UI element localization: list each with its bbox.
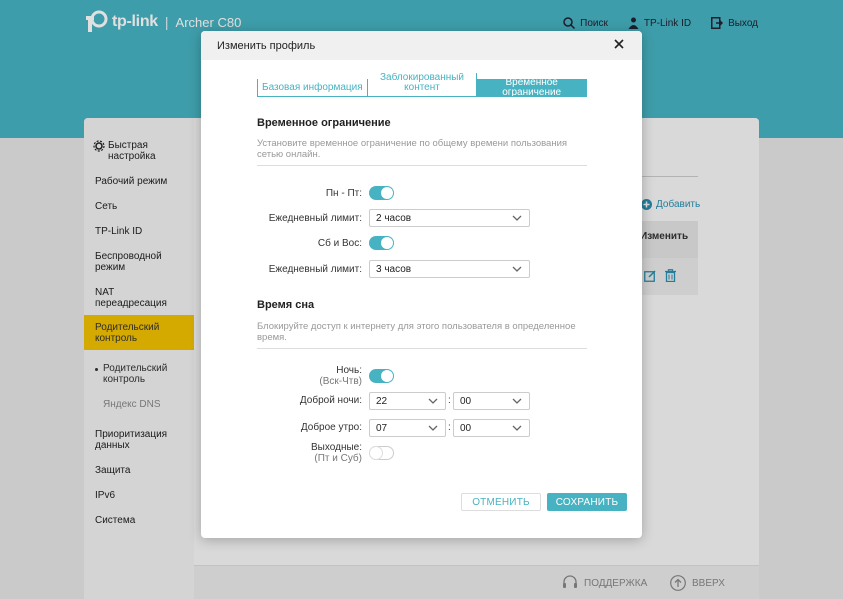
- weekend-night-toggle[interactable]: [369, 446, 394, 460]
- weekend-label: Сб и Вос:: [317, 238, 362, 249]
- night-toggle[interactable]: [369, 369, 394, 383]
- weekend-night-label-text: Выходные:: [311, 442, 362, 453]
- tab-label: Заблокированный контент: [379, 73, 465, 93]
- night-label: Ночь: (Вск-Чтв): [319, 365, 362, 387]
- chevron-down-icon: [512, 425, 522, 431]
- close-icon[interactable]: [612, 37, 626, 51]
- select-value: 2 часов: [376, 213, 412, 224]
- weekdays-label: Пн - Пт:: [325, 188, 362, 199]
- weekdays-limit-label: Ежедневный лимит:: [268, 213, 362, 224]
- weekend-toggle[interactable]: [369, 236, 394, 250]
- weekend-night-label: Выходные: (Пт и Суб): [311, 442, 362, 464]
- toggle-knob: [381, 237, 393, 249]
- chevron-down-icon: [428, 398, 438, 404]
- edit-profile-dialog: Изменить профиль Базовая информация Забл…: [201, 31, 642, 538]
- select-value: 3 часов: [376, 264, 412, 275]
- tab-label: Базовая информация: [262, 81, 363, 93]
- weekend-limit-select[interactable]: 3 часов: [369, 260, 530, 278]
- time-separator: :: [448, 395, 451, 406]
- chevron-down-icon: [512, 266, 522, 272]
- tab-time-limits[interactable]: Временное ограничение: [477, 79, 587, 96]
- dialog-title: Изменить профиль: [217, 40, 316, 52]
- weekend-night-sublabel: (Пт и Суб): [314, 453, 362, 464]
- save-button[interactable]: СОХРАНИТЬ: [547, 493, 627, 511]
- morning-label: Доброе утро:: [300, 422, 362, 433]
- toggle-knob: [370, 447, 382, 459]
- goodnight-label: Доброй ночи:: [299, 395, 362, 406]
- chevron-down-icon: [512, 398, 522, 404]
- weekdays-limit-select[interactable]: 2 часов: [369, 209, 530, 227]
- bedtime-title: Время сна: [257, 299, 315, 311]
- time-separator: :: [448, 422, 451, 433]
- select-value: 22: [376, 396, 388, 407]
- chevron-down-icon: [512, 215, 522, 221]
- night-sublabel: (Вск-Чтв): [319, 376, 362, 387]
- goodnight-minute-select[interactable]: 00: [453, 392, 530, 410]
- tab-blocked-content[interactable]: Заблокированный контент: [368, 73, 478, 96]
- select-value: 07: [376, 423, 388, 434]
- dialog-header: Изменить профиль: [201, 31, 642, 60]
- weekend-limit-label: Ежедневный лимит:: [268, 264, 362, 275]
- select-value: 00: [460, 396, 472, 407]
- profile-tabs: Базовая информация Заблокированный конте…: [257, 73, 587, 97]
- chevron-down-icon: [428, 425, 438, 431]
- tab-basic-info[interactable]: Базовая информация: [258, 79, 368, 96]
- cancel-button[interactable]: ОТМЕНИТЬ: [461, 493, 541, 511]
- morning-minute-select[interactable]: 00: [453, 419, 530, 437]
- weekdays-toggle[interactable]: [369, 186, 394, 200]
- goodnight-hour-select[interactable]: 22: [369, 392, 446, 410]
- bedtime-description: Блокируйте доступ к интернету для этого …: [257, 321, 587, 349]
- time-limit-title: Временное ограничение: [257, 117, 391, 129]
- night-label-text: Ночь:: [336, 365, 362, 376]
- tab-label: Временное ограничение: [502, 79, 562, 96]
- toggle-knob: [381, 187, 393, 199]
- toggle-knob: [381, 370, 393, 382]
- time-limit-description: Установите временное ограничение по обще…: [257, 138, 587, 166]
- select-value: 00: [460, 423, 472, 434]
- morning-hour-select[interactable]: 07: [369, 419, 446, 437]
